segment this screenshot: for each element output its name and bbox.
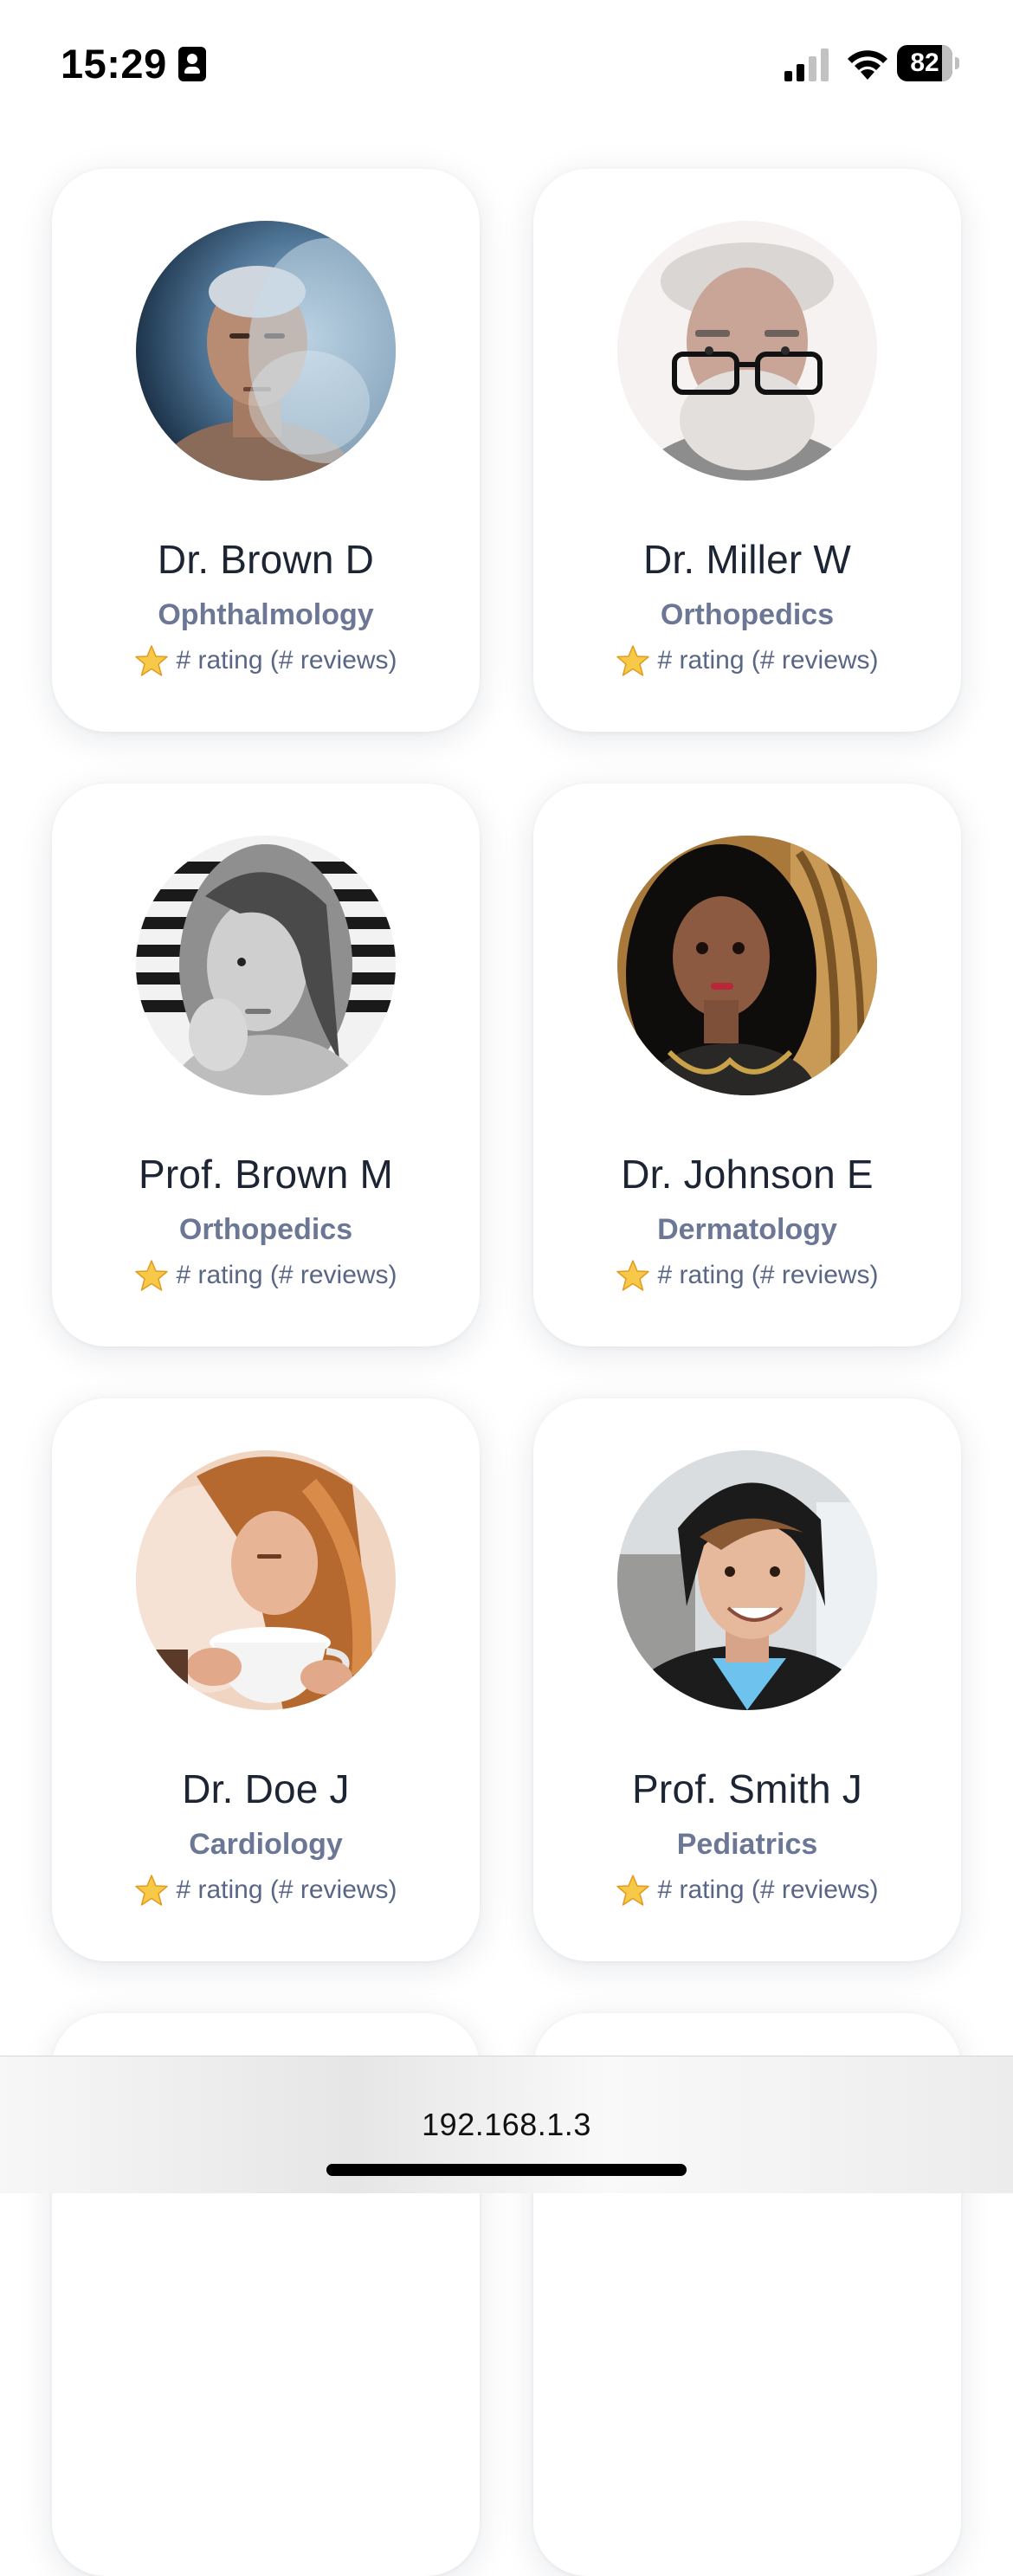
home-indicator[interactable] [326,2164,687,2176]
doctor-specialty: Ophthalmology [158,598,374,631]
doctor-card[interactable]: Dr. Johnson E Dermatology # rating (# re… [533,784,961,1346]
rating-text: # rating (# reviews) [176,646,397,675]
rating-text: # rating (# reviews) [657,1876,879,1904]
doctor-specialty: Orthopedics [178,1213,353,1246]
status-bar: 15:29 82 [0,0,1013,126]
doctor-card[interactable]: Dr. Brown D Ophthalmology # rating (# re… [52,169,480,732]
battery-cap [955,57,959,69]
star-icon [616,645,650,676]
rating-text: # rating (# reviews) [176,1876,397,1904]
doctor-rating: # rating (# reviews) [52,1258,480,1293]
star-icon [135,1260,169,1291]
avatar-photo-woman-coffee [136,1450,396,1710]
doctor-name: Prof. Brown M [138,1152,393,1197]
wifi-icon [848,50,887,80]
doctor-rating: # rating (# reviews) [533,1873,961,1908]
doctor-name: Dr. Miller W [642,537,852,582]
doctor-card[interactable]: Dr. Doe J Cardiology # rating (# reviews… [52,1398,480,1961]
doctor-card-grid: Dr. Brown D Ophthalmology # rating (# re… [52,169,961,2576]
doctor-card[interactable]: Dr. Miller W Orthopedics # rating (# rev… [533,169,961,732]
doctor-rating: # rating (# reviews) [52,1873,480,1908]
doctor-card[interactable]: Prof. Brown M Orthopedics # rating (# re… [52,784,480,1346]
doctor-name: Prof. Smith J [632,1766,862,1811]
doctor-avatar [136,1450,396,1710]
avatar-photo-young-man-beanie [617,1450,877,1710]
contact-card-icon [178,47,206,81]
star-icon [616,1260,650,1291]
doctor-specialty: Cardiology [189,1828,343,1861]
avatar-photo-old-man-glasses [617,221,877,481]
doctor-avatar [617,221,877,481]
doctor-card[interactable]: Prof. Smith J Pediatrics # rating (# rev… [533,1398,961,1961]
star-icon [135,1875,169,1906]
cellular-signal-icon [784,48,829,81]
browser-address-bar[interactable]: 192.168.1.3 [0,2056,1013,2193]
rating-text: # rating (# reviews) [657,1261,879,1289]
battery-icon: 82 [897,45,952,81]
doctor-specialty: Orthopedics [660,598,835,631]
battery-level-label: 82 [910,48,939,77]
doctor-specialty: Dermatology [657,1213,837,1246]
rating-text: # rating (# reviews) [657,646,879,675]
avatar-photo-girl-dark-hair [617,836,877,1095]
doctor-name: Dr. Doe J [182,1766,350,1811]
star-icon [616,1875,650,1906]
doctor-avatar [617,836,877,1095]
doctor-rating: # rating (# reviews) [533,1258,961,1293]
battery-indicator: 82 [897,45,959,81]
status-time: 15:29 [61,41,167,87]
address-text[interactable]: 192.168.1.3 [0,2107,1013,2143]
doctor-avatar [617,1450,877,1710]
rating-text: # rating (# reviews) [176,1261,397,1289]
doctor-rating: # rating (# reviews) [52,643,480,678]
doctor-name: Dr. Johnson E [621,1152,874,1197]
doctor-name: Dr. Brown D [157,537,375,582]
doctor-specialty: Pediatrics [676,1828,818,1861]
avatar-photo-man-smoke [136,221,396,481]
doctor-avatar [136,221,396,481]
star-icon [135,645,169,676]
doctor-rating: # rating (# reviews) [533,643,961,678]
avatar-photo-woman-bw [136,836,396,1095]
doctor-avatar [136,836,396,1095]
